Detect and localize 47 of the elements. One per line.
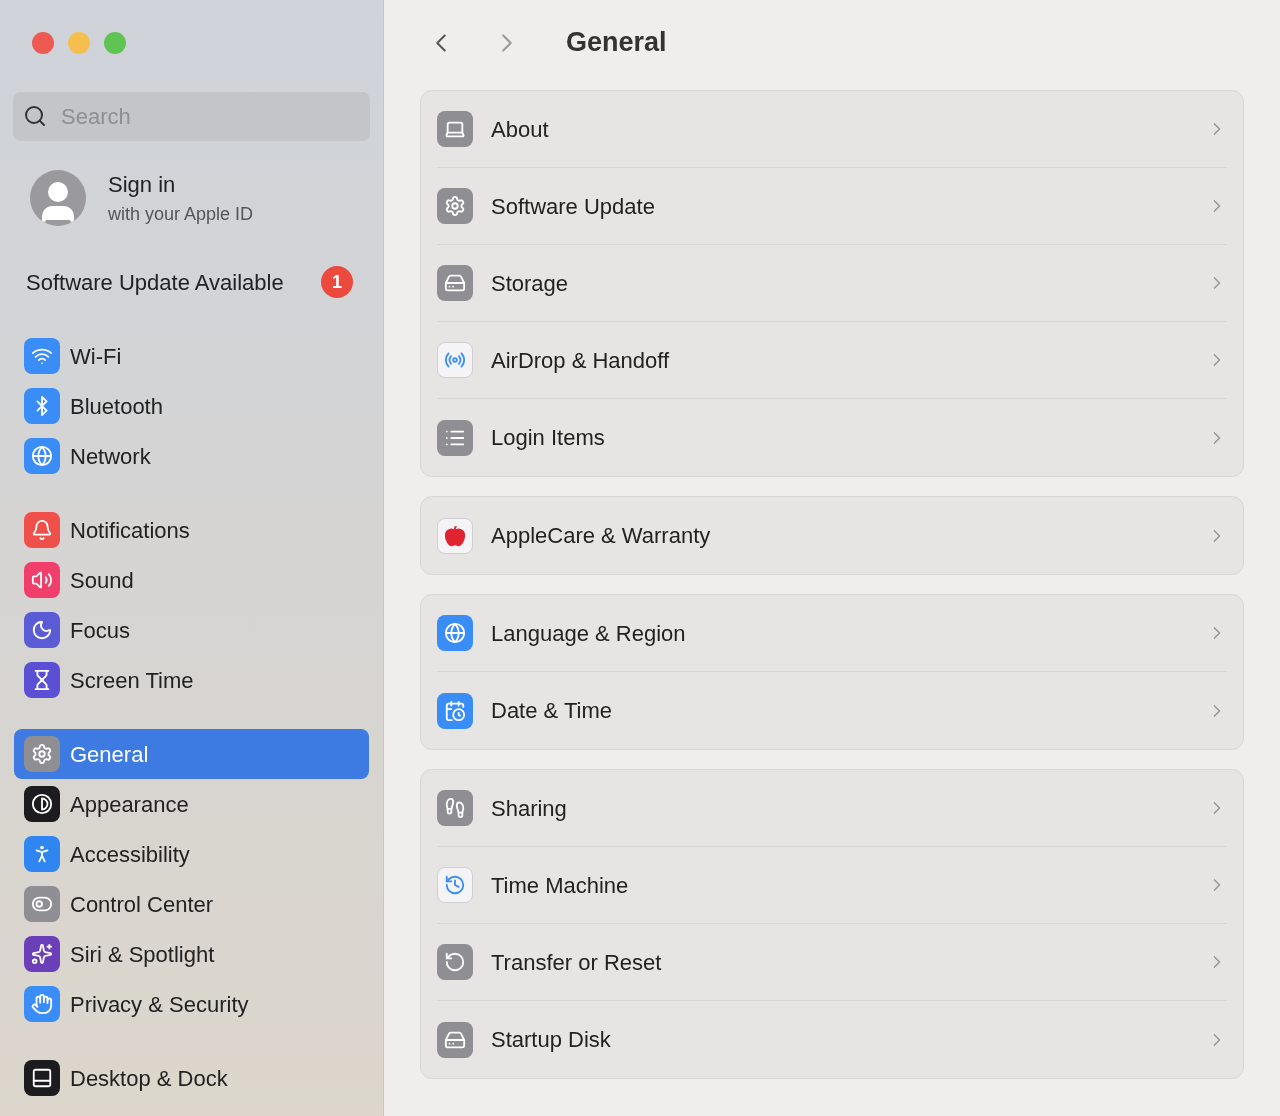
- avatar-icon[interactable]: [30, 170, 86, 226]
- sidebar-item[interactable]: Siri & Spotlight: [14, 929, 369, 979]
- sidebar-item[interactable]: Desktop & Dock: [14, 1053, 369, 1103]
- sidebar-item[interactable]: Network: [14, 431, 369, 481]
- sidebar-item[interactable]: General: [14, 729, 369, 779]
- sidebar-item[interactable]: Bluetooth: [14, 381, 369, 431]
- list-icon: [437, 419, 473, 456]
- settings-row[interactable]: About: [421, 91, 1243, 168]
- zoom-button[interactable]: [104, 32, 126, 54]
- sidebar-item[interactable]: Accessibility: [14, 829, 369, 879]
- sidebar-item[interactable]: Screen Time: [14, 655, 369, 705]
- settings-row[interactable]: AirDrop & Handoff: [421, 322, 1243, 399]
- apple-icon: [437, 517, 473, 554]
- settings-row[interactable]: Date & Time: [421, 672, 1243, 749]
- sign-in-title[interactable]: Sign in: [108, 168, 254, 201]
- clock-icon: [437, 867, 473, 903]
- sidebar-item[interactable]: Sound: [14, 555, 369, 605]
- settings-row[interactable]: Startup Disk: [421, 1001, 1243, 1078]
- sidebar-item[interactable]: Privacy & Security: [14, 979, 369, 1029]
- reset-icon: [437, 944, 473, 980]
- drive-icon: [437, 265, 473, 301]
- settings-row[interactable]: AppleCare & Warranty: [421, 497, 1243, 574]
- page-title: General: [566, 26, 667, 60]
- sign-in-subtitle: with your Apple ID: [108, 203, 254, 226]
- sidebar-item[interactable]: Notifications: [14, 505, 369, 555]
- notification-badge: 1: [321, 266, 353, 298]
- search-icon: [23, 104, 47, 128]
- globe-icon: [437, 615, 473, 651]
- calendar-icon: [437, 692, 473, 729]
- settings-row[interactable]: Transfer or Reset: [421, 924, 1243, 1001]
- drive-icon: [437, 1021, 473, 1058]
- gear-icon: [437, 188, 473, 224]
- airwaves-icon: [437, 342, 473, 378]
- sidebar-item[interactable]: Appearance: [14, 779, 369, 829]
- update-notice[interactable]: Software Update Available: [26, 265, 284, 299]
- close-button[interactable]: [32, 32, 54, 54]
- settings-row[interactable]: Language & Region: [421, 595, 1243, 672]
- settings-row[interactable]: Login Items: [421, 399, 1243, 476]
- settings-row[interactable]: Time Machine: [421, 847, 1243, 924]
- sidebar-item[interactable]: Wi-Fi: [14, 331, 369, 381]
- laptop-icon: [437, 111, 473, 147]
- settings-row[interactable]: Storage: [421, 245, 1243, 322]
- settings-row[interactable]: Software Update: [421, 168, 1243, 245]
- settings-row[interactable]: Sharing: [421, 770, 1243, 847]
- sidebar-item[interactable]: Control Center: [14, 879, 369, 929]
- sidebar-item[interactable]: Focus: [14, 605, 369, 655]
- footprints-icon: [437, 790, 473, 826]
